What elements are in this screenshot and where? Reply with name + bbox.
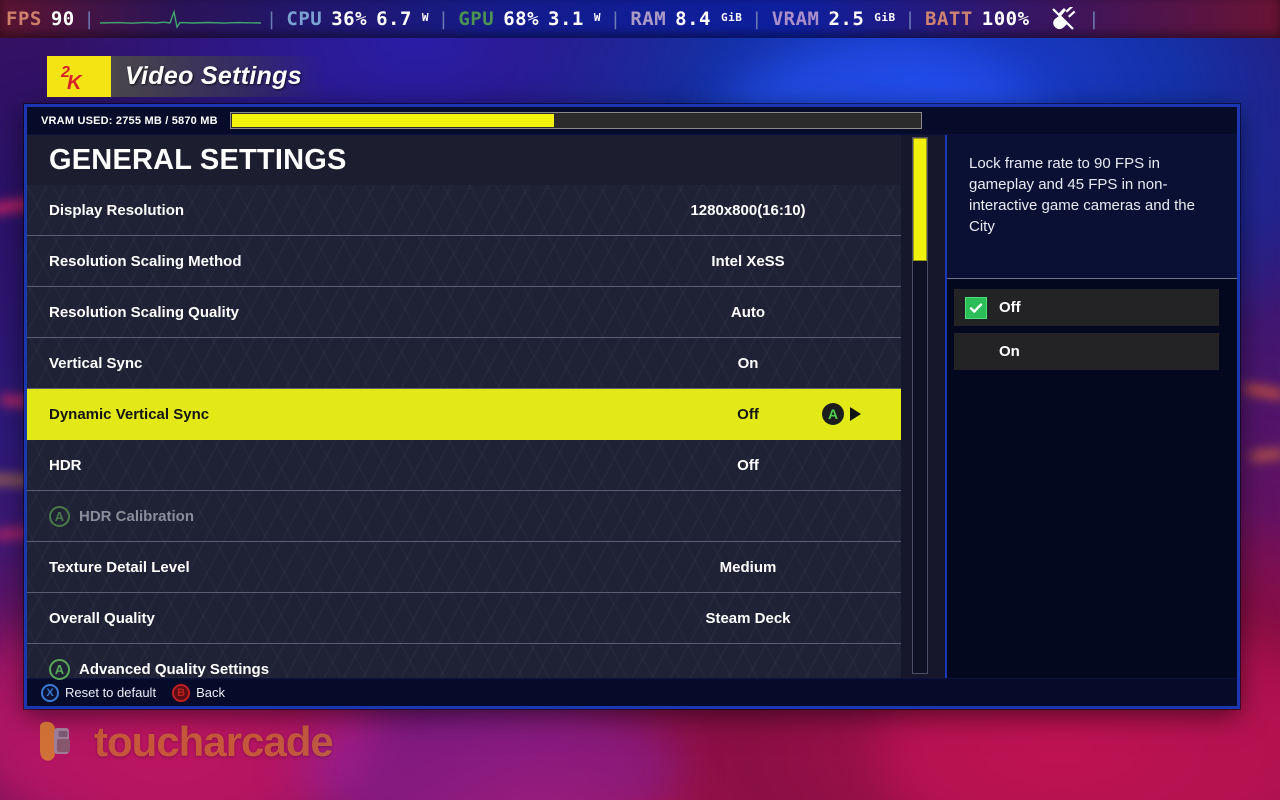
perf-separator: | <box>83 8 96 30</box>
video-settings-window: VRAM USED: 2755 MB / 5870 MB GENERAL SET… <box>24 104 1240 709</box>
section-title: GENERAL SETTINGS <box>49 143 347 176</box>
arrow-right-icon <box>850 407 861 421</box>
settings-row[interactable]: HDR Off <box>27 440 901 491</box>
perf-cpu-power-unit: W <box>421 11 430 24</box>
perf-fps-value: 90 <box>50 8 75 30</box>
perf-separator: | <box>1088 8 1100 30</box>
page-title: Video Settings <box>125 62 302 90</box>
perf-fps-label: FPS <box>6 8 42 30</box>
vram-meter-label: VRAM USED: 2755 MB / 5870 MB <box>41 114 218 127</box>
svg-text:K: K <box>67 72 83 92</box>
perf-gpu-power: 3.1 <box>548 8 584 30</box>
a-button-icon: A <box>49 505 70 527</box>
settings-row-label: Display Resolution <box>49 201 185 219</box>
perf-battery: BATT 100% <box>919 8 1036 30</box>
settings-row[interactable]: A HDR Calibration <box>27 491 901 542</box>
settings-row-label: Dynamic Vertical Sync <box>49 405 210 423</box>
checkbox-checked-icon[interactable] <box>965 296 987 319</box>
perf-fps: FPS 90 <box>0 8 81 30</box>
window-body: GENERAL SETTINGS Display Resolution 1280x… <box>27 135 1237 680</box>
perf-vram-value: 2.5 <box>828 8 865 30</box>
vram-meter-track <box>229 112 922 129</box>
settings-row-label: Texture Detail Level <box>49 558 190 576</box>
scrollbar-track[interactable] <box>912 137 928 674</box>
settings-row[interactable]: A Advanced Quality Settings <box>27 644 901 695</box>
settings-row-value: On <box>737 354 759 372</box>
perf-separator: | <box>266 8 278 30</box>
option-list: Off On <box>947 279 1237 370</box>
perf-ram-value: 8.4 <box>675 8 711 30</box>
perf-cpu-label: CPU <box>286 8 323 30</box>
perf-gpu-power-unit: W <box>593 11 601 24</box>
power-plug-icon <box>1051 7 1075 30</box>
settings-row-label: Resolution Scaling Method <box>49 252 242 270</box>
settings-row-value: Medium <box>719 558 777 576</box>
toucharcade-logo-icon <box>40 721 70 761</box>
perf-vram: VRAM 2.5 GiB <box>766 8 902 30</box>
settings-row[interactable]: Overall Quality Steam Deck <box>27 593 901 644</box>
perf-ram: RAM 8.4 GiB <box>624 8 748 30</box>
settings-scrollbar[interactable] <box>901 135 945 678</box>
line-graph-icon <box>100 9 262 29</box>
vram-meter-fill <box>231 114 555 127</box>
perf-ram-label: RAM <box>630 8 667 30</box>
settings-row[interactable]: Texture Detail Level Medium <box>27 542 901 593</box>
perf-cpu-power: 6.7 <box>376 8 412 30</box>
settings-row-label: Vertical Sync <box>49 354 143 372</box>
selected-row-hint: A <box>822 403 861 425</box>
option-label: On <box>999 343 1020 360</box>
title-plate: Video Settings <box>111 56 324 97</box>
page-title-bar: 2 K Video Settings <box>47 56 324 97</box>
setting-description: Lock frame rate to 90 FPS in gameplay an… <box>969 155 1195 235</box>
steam-deck-performance-overlay: FPS 90 | | CPU 36% 6.7 W | GPU 68% 3.1 W |… <box>0 0 1280 38</box>
perf-vram-label: VRAM <box>771 8 820 30</box>
settings-row[interactable]: Display Resolution 1280x800(16:10) <box>27 185 901 236</box>
a-button-icon: A <box>49 659 70 680</box>
perf-gpu-usage: 68% <box>503 8 540 30</box>
watermark-text: toucharcade <box>94 718 334 765</box>
perf-battery-value: 100% <box>981 8 1030 30</box>
perf-separator: | <box>904 8 916 30</box>
a-button-icon: A <box>822 403 844 425</box>
description-box: Lock frame rate to 90 FPS in gameplay an… <box>947 135 1237 279</box>
settings-row-value: Intel XeSS <box>711 252 785 270</box>
option-row[interactable]: Off <box>954 289 1219 326</box>
settings-row[interactable]: Resolution Scaling Quality Auto <box>27 287 901 338</box>
settings-row[interactable]: Dynamic Vertical Sync Off A <box>27 389 901 440</box>
settings-row-label: Advanced Quality Settings <box>79 661 270 678</box>
settings-row[interactable]: Vertical Sync On <box>27 338 901 389</box>
2k-logo-icon: 2 K <box>47 56 111 97</box>
info-panel: Lock frame rate to 90 FPS in gameplay an… <box>945 135 1237 678</box>
perf-gpu: GPU 68% 3.1 W <box>452 8 607 30</box>
settings-row-value: Steam Deck <box>705 609 791 627</box>
perf-battery-label: BATT <box>925 8 973 30</box>
settings-row-value: Off <box>737 456 759 474</box>
settings-row[interactable]: Resolution Scaling Method Intel XeSS <box>27 236 901 287</box>
option-row[interactable]: On <box>954 333 1219 370</box>
settings-rows: Display Resolution 1280x800(16:10) Resolut… <box>27 185 901 680</box>
perf-gpu-label: GPU <box>458 8 495 30</box>
option-label: Off <box>999 299 1021 316</box>
perf-separator: | <box>751 8 763 30</box>
perf-cpu-usage: 36% <box>331 8 368 30</box>
settings-row-value: Auto <box>730 303 766 321</box>
perf-separator: | <box>438 8 450 30</box>
perf-ram-unit: GiB <box>720 11 743 24</box>
settings-row-label: HDR Calibration <box>79 507 195 525</box>
settings-row-label: Resolution Scaling Quality <box>49 303 240 321</box>
section-header: GENERAL SETTINGS <box>27 135 901 185</box>
scrollbar-thumb[interactable] <box>913 138 927 262</box>
perf-cpu: CPU 36% 6.7 W <box>280 8 435 30</box>
toucharcade-watermark: toucharcade <box>36 718 334 766</box>
settings-row-label: HDR <box>49 456 82 474</box>
settings-rows-wrapper: Display Resolution 1280x800(16:10) Resolut… <box>27 185 901 680</box>
vram-meter: VRAM USED: 2755 MB / 5870 MB <box>27 107 1237 135</box>
settings-row-label: Overall Quality <box>49 609 155 627</box>
perf-separator: | <box>609 8 622 30</box>
settings-row-value: 1280x800(16:10) <box>690 201 806 219</box>
perf-vram-unit: GiB <box>874 11 896 24</box>
settings-column: GENERAL SETTINGS Display Resolution 1280x… <box>27 135 901 680</box>
